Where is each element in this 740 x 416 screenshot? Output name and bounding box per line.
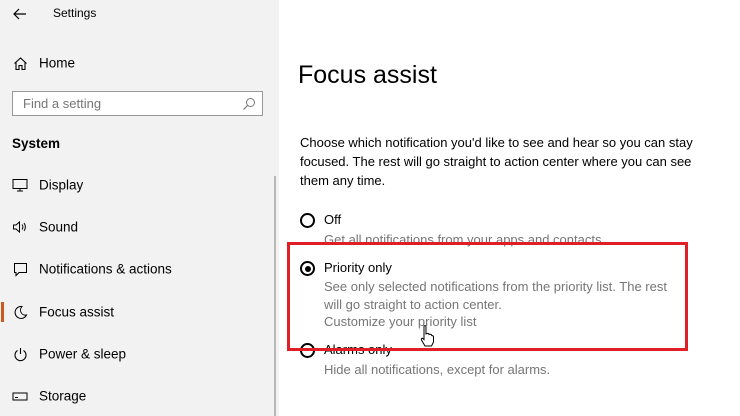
sidebar-item-display[interactable]: Display <box>0 170 279 200</box>
power-icon <box>12 346 28 362</box>
mouse-cursor-icon <box>420 325 434 347</box>
sidebar: Settings Home Find a setting System Disp… <box>0 0 279 416</box>
home-icon <box>12 55 28 71</box>
page-description: Choose which notification you'd like to … <box>300 135 693 188</box>
sidebar-item-focus-assist[interactable]: Focus assist <box>0 297 279 327</box>
back-arrow-icon <box>13 8 26 20</box>
search-placeholder: Find a setting <box>23 96 102 111</box>
radio-off[interactable] <box>300 213 315 228</box>
sidebar-item-label: Display <box>39 177 84 193</box>
app-title: Settings <box>53 6 97 20</box>
sidebar-item-label: Focus assist <box>39 304 115 320</box>
sidebar-item-label: Storage <box>39 388 87 404</box>
main-content: Focus assist Choose which notification y… <box>279 0 740 416</box>
sidebar-item-power[interactable]: Power & sleep <box>0 339 279 369</box>
storage-icon <box>12 388 28 404</box>
back-button[interactable] <box>10 5 30 23</box>
moon-icon <box>12 304 28 320</box>
section-header: System <box>12 136 61 151</box>
search-icon <box>243 98 255 110</box>
speaker-icon <box>12 219 28 235</box>
option-label: Off <box>324 212 342 227</box>
sidebar-item-sound[interactable]: Sound <box>0 212 279 242</box>
search-input[interactable]: Find a setting <box>12 91 263 116</box>
sidebar-item-label: Notifications & actions <box>39 261 172 277</box>
option-description: Hide all notifications, except for alarm… <box>324 362 551 377</box>
sidebar-item-label: Power & sleep <box>39 346 127 362</box>
page-title: Focus assist <box>298 60 437 89</box>
highlight-box <box>287 242 688 351</box>
sidebar-item-storage[interactable]: Storage <box>0 381 279 411</box>
nav-home[interactable]: Home <box>0 50 279 76</box>
notification-icon <box>12 261 28 277</box>
sidebar-item-label: Sound <box>39 219 79 235</box>
sidebar-scrollbar[interactable] <box>274 176 276 416</box>
display-icon <box>12 177 28 193</box>
home-label: Home <box>39 55 76 71</box>
sidebar-item-notifications[interactable]: Notifications & actions <box>0 254 279 284</box>
title-bar: Settings <box>0 0 279 28</box>
